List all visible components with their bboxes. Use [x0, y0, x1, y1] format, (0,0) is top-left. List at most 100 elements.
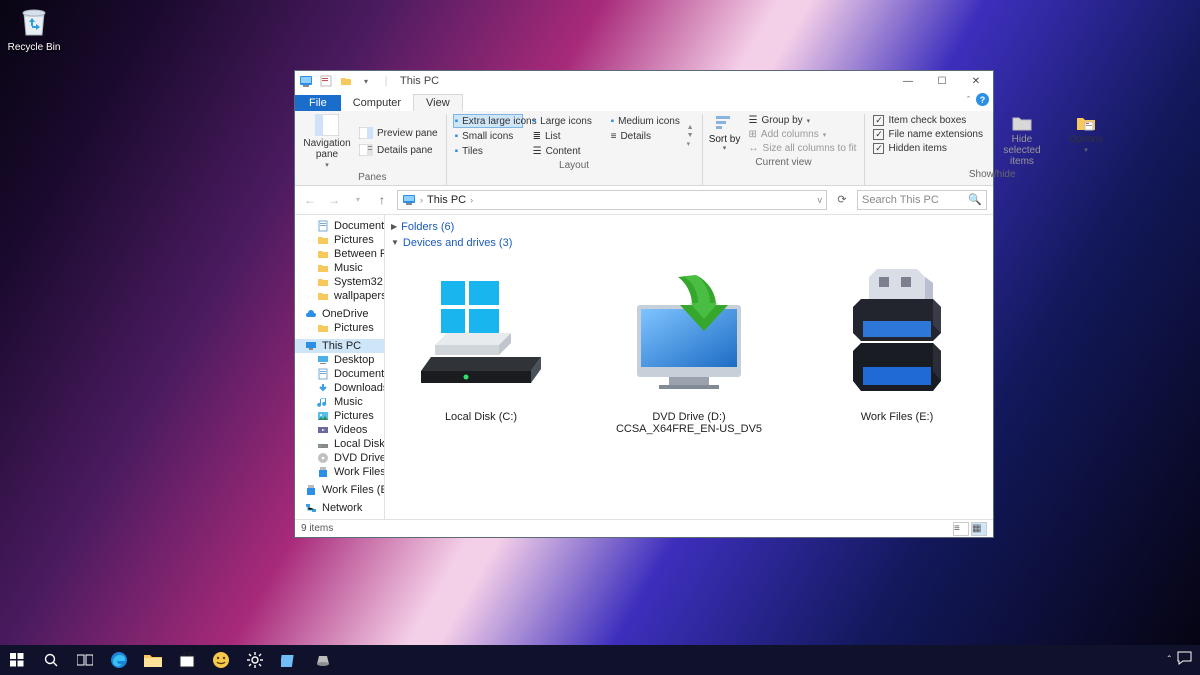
emoji-taskbar-icon[interactable] — [204, 645, 238, 675]
preview-pane-button[interactable]: Preview pane — [357, 126, 440, 140]
file-extensions-toggle[interactable]: File name extensions — [871, 128, 985, 141]
settings-taskbar-icon[interactable] — [238, 645, 272, 675]
up-button[interactable]: ↑ — [373, 191, 391, 209]
desktop-icon-recycle-bin[interactable]: Recycle Bin — [4, 4, 64, 53]
nav-item-onedrive[interactable]: OneDrive — [295, 307, 384, 321]
drive-dvd-d[interactable]: DVD Drive (D:) CCSA_X64FRE_EN-US_DV5 — [605, 265, 773, 435]
start-button[interactable] — [0, 645, 34, 675]
view-tab[interactable]: View — [413, 94, 463, 111]
breadcrumb[interactable]: › This PC › v — [397, 190, 827, 210]
layout-expand-icon[interactable]: ▾ — [687, 140, 694, 148]
nav-item-between-pcs[interactable]: Between PCs — [295, 247, 384, 261]
edge-button[interactable] — [102, 645, 136, 675]
list-button[interactable]: ≣List — [531, 129, 601, 143]
task-view-button[interactable] — [68, 645, 102, 675]
forward-button[interactable]: → — [325, 191, 343, 209]
nav-item-pictures[interactable]: Pictures — [295, 321, 384, 335]
nav-item-documents[interactable]: Documents — [295, 367, 384, 381]
nav-item-work-files-e-[interactable]: Work Files (E:) — [295, 483, 384, 497]
nav-item-this-pc[interactable]: This PC — [295, 339, 384, 353]
tray-overflow-icon[interactable]: ˆ — [1168, 655, 1171, 666]
file-explorer-button[interactable] — [136, 645, 170, 675]
nav-item-pictures[interactable]: Pictures — [295, 409, 384, 423]
details-view-button[interactable]: ≡ — [953, 522, 969, 536]
drive-label: Local Disk (C:) — [445, 411, 517, 423]
nav-item-music[interactable]: Music — [295, 395, 384, 409]
nav-item-label: Music — [334, 396, 363, 408]
drive-local-disk-c[interactable]: Local Disk (C:) — [397, 265, 565, 435]
help-icon[interactable]: ? — [976, 93, 989, 106]
store-button[interactable] — [170, 645, 204, 675]
drives-group-header[interactable]: ▼Devices and drives (3) — [391, 235, 987, 251]
navigation-pane-button[interactable]: Navigation pane ▾ — [305, 114, 349, 170]
maximize-button[interactable]: ☐ — [925, 71, 959, 91]
large-icons-button[interactable]: ▪Large icons — [531, 114, 601, 128]
item-check-boxes-toggle[interactable]: Item check boxes — [871, 114, 985, 127]
nav-item-pictures[interactable]: Pictures — [295, 233, 384, 247]
minimize-button[interactable]: — — [891, 71, 925, 91]
qat-properties-icon[interactable] — [318, 73, 334, 89]
size-columns-button[interactable]: ↔Size all columns to fit — [747, 142, 859, 155]
close-button[interactable]: ✕ — [959, 71, 993, 91]
folders-group-header[interactable]: ▶Folders (6) — [391, 219, 987, 235]
options-button[interactable]: Options ▾ — [1059, 114, 1113, 155]
action-center-icon[interactable] — [1177, 651, 1192, 670]
breadcrumb-location[interactable]: This PC — [427, 194, 466, 206]
content-button[interactable]: ☰Content — [531, 144, 601, 158]
nav-item-system32[interactable]: System32 — [295, 275, 384, 289]
collapse-ribbon-icon[interactable]: ˆ — [967, 95, 970, 105]
nav-item-work-files-e-[interactable]: Work Files (E:) — [295, 465, 384, 479]
nav-item-wallpapers[interactable]: wallpapers — [295, 289, 384, 303]
recent-locations-button[interactable]: ▾ — [349, 191, 367, 209]
computer-tab[interactable]: Computer — [341, 95, 413, 111]
nav-item-videos[interactable]: Videos — [295, 423, 384, 437]
small-icons-button[interactable]: ▪Small icons — [453, 129, 523, 143]
add-columns-button[interactable]: ⊞Add columns▾ — [747, 128, 859, 141]
tiles-button[interactable]: ▪Tiles — [453, 144, 523, 158]
layout-scroll-up-icon[interactable]: ▲ — [687, 124, 694, 131]
search-button[interactable] — [34, 645, 68, 675]
nav-item-documents[interactable]: Documents — [295, 219, 384, 233]
nav-item-dvd-drive-d-c[interactable]: DVD Drive (D:) C — [295, 451, 384, 465]
taskbar-app-2[interactable] — [306, 645, 340, 675]
refresh-button[interactable]: ⟳ — [833, 191, 851, 209]
nav-item-label: Local Disk (C:) — [334, 438, 384, 450]
folder-icon — [317, 262, 329, 274]
qat-new-folder-icon[interactable] — [338, 73, 354, 89]
nav-item-local-disk-c-[interactable]: Local Disk (C:) — [295, 437, 384, 451]
qat-dropdown-icon[interactable]: ▾ — [358, 73, 374, 89]
nav-item-label: Music — [334, 262, 363, 274]
address-bar: ← → ▾ ↑ › This PC › v ⟳ Search This PC 🔍 — [295, 186, 993, 215]
medium-icons-button[interactable]: ▪Medium icons — [609, 114, 679, 128]
layout-scroll-down-icon[interactable]: ▼ — [687, 132, 694, 139]
details-button[interactable]: ≡Details — [609, 129, 679, 143]
nav-item-downloads[interactable]: Downloads — [295, 381, 384, 395]
folder-icon — [317, 322, 329, 334]
file-tab[interactable]: File — [295, 95, 341, 111]
search-placeholder: Search This PC — [862, 194, 939, 206]
thumbnails-view-button[interactable]: ▦ — [971, 522, 987, 536]
taskbar-app-1[interactable] — [272, 645, 306, 675]
back-button[interactable]: ← — [301, 191, 319, 209]
hidden-items-toggle[interactable]: Hidden items — [871, 142, 985, 155]
extra-large-icons-button[interactable]: ▪Extra large icons — [453, 114, 523, 128]
nav-item-label: OneDrive — [322, 308, 368, 320]
nav-item-label: Between PCs — [334, 248, 384, 260]
nav-item-network[interactable]: Network — [295, 501, 384, 515]
drive-work-files-e[interactable]: Work Files (E:) — [813, 265, 981, 435]
nav-item-desktop[interactable]: Desktop — [295, 353, 384, 367]
search-icon: 🔍 — [968, 193, 982, 206]
nav-item-label: Documents — [334, 220, 384, 232]
search-box[interactable]: Search This PC 🔍 — [857, 190, 987, 210]
nav-item-label: Desktop — [334, 354, 374, 366]
net-icon — [305, 502, 317, 514]
sort-by-button[interactable]: Sort by ▾ — [709, 114, 741, 153]
nav-item-music[interactable]: Music — [295, 261, 384, 275]
titlebar: ▾ | This PC — ☐ ✕ — [295, 71, 993, 91]
hide-selected-button[interactable]: Hide selected items — [995, 114, 1049, 167]
breadcrumb-dropdown-icon[interactable]: v — [818, 195, 823, 205]
details-pane-button[interactable]: Details pane — [357, 143, 440, 157]
local-disk-icon — [411, 265, 551, 405]
vid-icon — [317, 424, 329, 436]
group-by-button[interactable]: ☰Group by▾ — [747, 114, 859, 127]
